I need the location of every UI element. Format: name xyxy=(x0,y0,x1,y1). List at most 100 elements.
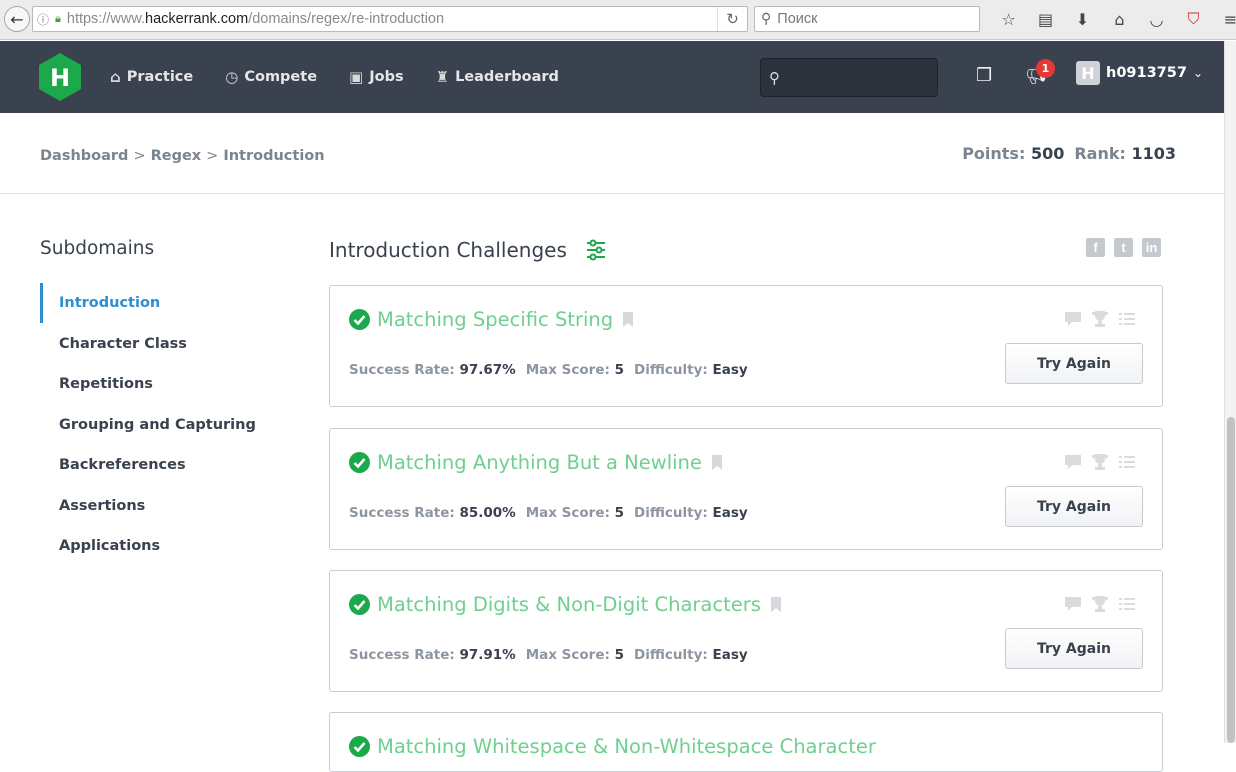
breadcrumb-regex[interactable]: Regex xyxy=(151,148,202,164)
back-button[interactable]: ← xyxy=(4,6,30,32)
success-rate-label: Success Rate: xyxy=(349,362,455,378)
nav-label: Compete xyxy=(244,69,318,85)
challenge-title-text[interactable]: Matching Whitespace & Non-Whitespace Cha… xyxy=(377,735,876,758)
sidebar-item-repetitions[interactable]: Repetitions xyxy=(40,364,280,405)
challenge-title[interactable]: Matching Anything But a Newline xyxy=(377,451,722,474)
share-icons: f t in xyxy=(1086,238,1161,257)
breadcrumb-introduction[interactable]: Introduction xyxy=(223,148,324,164)
challenge-title[interactable]: Matching Specific String xyxy=(377,308,634,331)
site-search[interactable]: ⚲ xyxy=(760,58,938,97)
challenge-card: Matching Digits & Non-Digit Characters S… xyxy=(329,570,1163,692)
site-info-icon[interactable]: ⓘ xyxy=(37,11,49,28)
card-icons xyxy=(1064,310,1136,328)
svg-text:H: H xyxy=(50,64,70,92)
search-icon: ⚲ xyxy=(769,68,780,87)
discussion-icon[interactable] xyxy=(1064,453,1082,471)
scrollbar-thumb[interactable] xyxy=(1227,417,1235,743)
browser-toolbar: ← ⓘ 🔒︎ https://www.hackerrank.com/domain… xyxy=(0,0,1236,40)
sidebar-item-backreferences[interactable]: Backreferences xyxy=(40,445,280,486)
reload-button[interactable]: ↻ xyxy=(717,7,747,31)
difficulty-label: Difficulty: xyxy=(634,647,708,663)
user-menu[interactable]: H h0913757 ⌄ xyxy=(1076,61,1203,85)
trophy-icon[interactable] xyxy=(1091,310,1109,328)
browser-search-bar[interactable]: ⚲ xyxy=(754,6,980,32)
sidebar-item-applications[interactable]: Applications xyxy=(40,526,280,567)
bookmark-icon[interactable] xyxy=(770,597,781,612)
address-bar[interactable]: ⓘ 🔒︎ https://www.hackerrank.com/domains/… xyxy=(32,6,748,32)
try-again-button[interactable]: Try Again xyxy=(1005,628,1143,669)
arrow-left-icon: ← xyxy=(10,9,24,29)
facebook-icon[interactable]: f xyxy=(1086,238,1105,257)
list-icon[interactable] xyxy=(1118,453,1136,471)
main-nav: ⌂ Practice ◷ Compete ▣ Jobs ♜ Leaderboar… xyxy=(110,41,559,113)
try-again-button[interactable]: Try Again xyxy=(1005,343,1143,384)
challenge-title-text[interactable]: Matching Specific String xyxy=(377,308,613,331)
nav-practice[interactable]: ⌂ Practice xyxy=(110,68,193,86)
sidebar-title: Subdomains xyxy=(40,238,155,259)
list-icon[interactable] xyxy=(1118,595,1136,613)
adblock-icon[interactable]: ⛉ xyxy=(1175,8,1212,30)
challenge-title[interactable]: Matching Digits & Non-Digit Characters xyxy=(377,593,781,616)
user-stats: Points: 500 Rank: 1103 xyxy=(962,144,1176,163)
nav-compete[interactable]: ◷ Compete xyxy=(225,68,317,86)
clock-icon: ◷ xyxy=(225,68,239,86)
check-circle-icon xyxy=(349,452,370,473)
breadcrumb-separator: > xyxy=(206,148,219,164)
sidebar-item-assertions[interactable]: Assertions xyxy=(40,486,280,527)
challenge-title-text[interactable]: Matching Anything But a Newline xyxy=(377,451,702,474)
challenge-title[interactable]: Matching Whitespace & Non-Whitespace Cha… xyxy=(377,735,876,758)
challenge-card: Matching Anything But a Newline Success … xyxy=(329,428,1163,550)
filter-icon[interactable] xyxy=(585,239,607,261)
bookmark-icon[interactable] xyxy=(711,455,722,470)
nav-label: Jobs xyxy=(369,69,404,85)
sidebar-item-introduction[interactable]: Introduction xyxy=(40,283,280,324)
challenge-meta: Success Rate: 97.67% Max Score: 5 Diffic… xyxy=(349,362,748,378)
max-score-label: Max Score: xyxy=(525,362,610,378)
breadcrumb-bar: Dashboard > Regex > Introduction Points:… xyxy=(0,113,1224,194)
page-scrollbar[interactable] xyxy=(1224,41,1236,743)
home-icon: ⌂ xyxy=(110,68,121,86)
url-text[interactable]: https://www.hackerrank.com/domains/regex… xyxy=(67,11,444,27)
breadcrumb-dashboard[interactable]: Dashboard xyxy=(40,148,128,164)
nav-jobs[interactable]: ▣ Jobs xyxy=(349,68,404,86)
download-icon[interactable]: ⬇ xyxy=(1064,8,1101,30)
check-circle-icon xyxy=(349,594,370,615)
browser-toolbar-icons: ☆ ▤ ⬇ ⌂ ◡ ⛉ ≡ xyxy=(990,8,1236,30)
star-icon[interactable]: ☆ xyxy=(990,8,1027,30)
sidebar-item-grouping-and-capturing[interactable]: Grouping and Capturing xyxy=(40,405,280,446)
try-again-button[interactable]: Try Again xyxy=(1005,486,1143,527)
subdomain-list: Introduction Character Class Repetitions… xyxy=(40,283,280,567)
max-score-value: 5 xyxy=(614,362,624,378)
notification-badge: 1 xyxy=(1036,59,1055,78)
card-icons xyxy=(1064,595,1136,613)
trophy-icon[interactable] xyxy=(1091,595,1109,613)
reload-icon: ↻ xyxy=(726,10,739,28)
home-icon[interactable]: ⌂ xyxy=(1101,8,1138,30)
discussion-icon[interactable] xyxy=(1064,595,1082,613)
sidebar-item-character-class[interactable]: Character Class xyxy=(40,324,280,365)
discussion-icon[interactable] xyxy=(1064,310,1082,328)
list-icon[interactable] xyxy=(1118,310,1136,328)
reader-icon[interactable]: ▤ xyxy=(1027,8,1064,30)
max-score-label: Max Score: xyxy=(525,647,610,663)
linkedin-icon[interactable]: in xyxy=(1142,238,1161,257)
challenge-title-text[interactable]: Matching Digits & Non-Digit Characters xyxy=(377,593,761,616)
difficulty-label: Difficulty: xyxy=(634,362,708,378)
menu-icon[interactable]: ≡ xyxy=(1212,8,1236,30)
trophy-icon[interactable] xyxy=(1091,453,1109,471)
messages-icon[interactable]: ❐ xyxy=(976,65,992,86)
nav-leaderboard[interactable]: ♜ Leaderboard xyxy=(436,68,559,86)
section-title: Introduction Challenges xyxy=(329,238,607,262)
site-search-input[interactable] xyxy=(788,70,928,85)
hackerrank-logo[interactable]: H xyxy=(39,53,81,101)
difficulty-value: Easy xyxy=(712,362,748,378)
bookmark-icon[interactable] xyxy=(623,312,634,327)
pocket-icon[interactable]: ◡ xyxy=(1138,8,1175,30)
twitter-icon[interactable]: t xyxy=(1114,238,1133,257)
username: h0913757 xyxy=(1106,65,1187,81)
success-rate-label: Success Rate: xyxy=(349,505,455,521)
difficulty-value: Easy xyxy=(712,647,748,663)
nav-label: Practice xyxy=(126,69,194,85)
challenge-meta: Success Rate: 85.00% Max Score: 5 Diffic… xyxy=(349,505,748,521)
browser-search-input[interactable] xyxy=(777,11,968,27)
